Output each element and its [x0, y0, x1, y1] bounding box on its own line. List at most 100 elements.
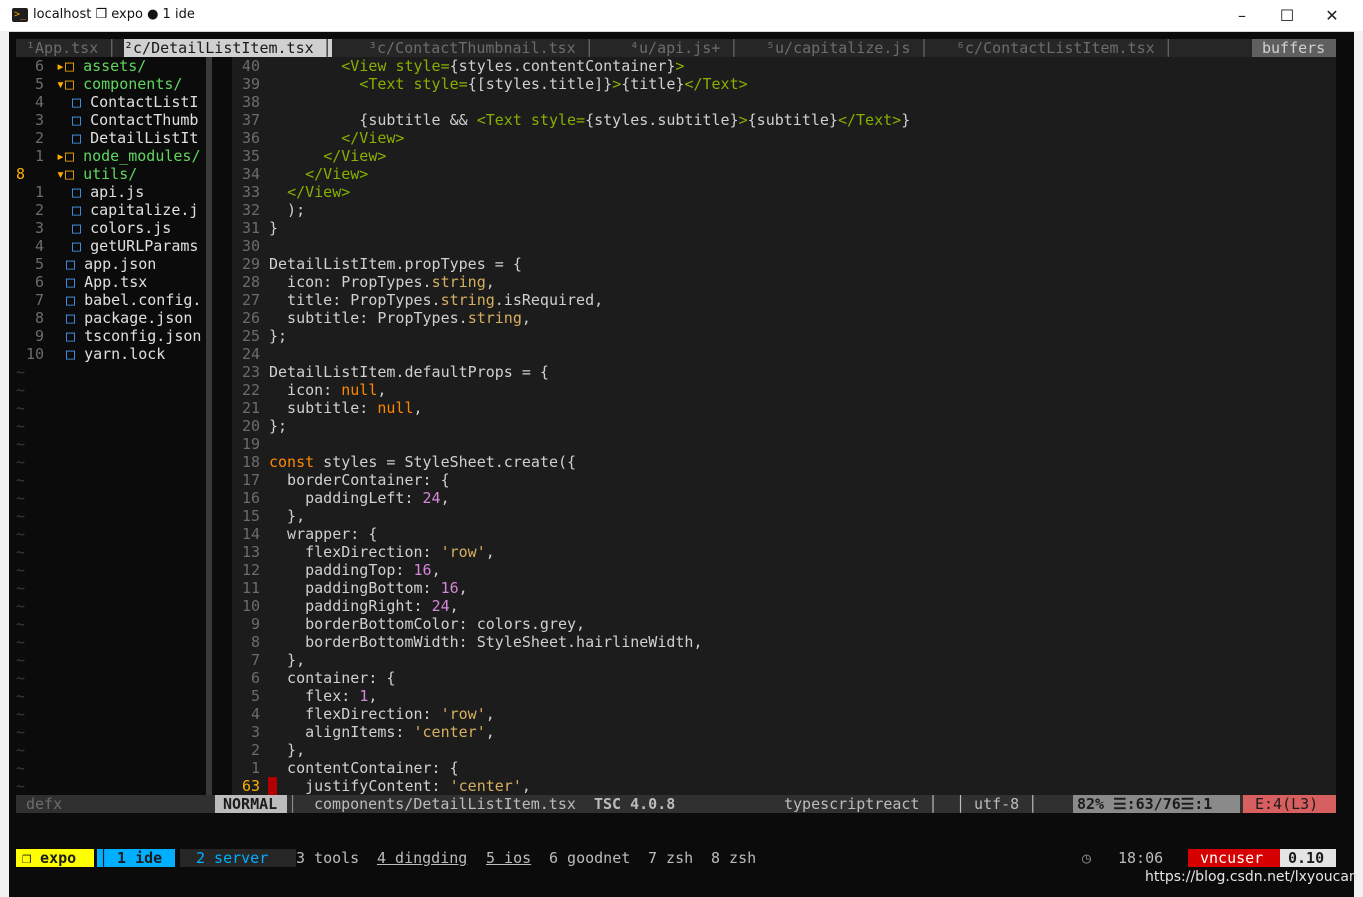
- line-number: 38: [241, 93, 260, 111]
- code-text: subtitle: PropTypes.string,: [269, 309, 531, 327]
- tab-capitalize-js[interactable]: ⁵u/capitalize.js │: [766, 39, 929, 57]
- tree-statusline-name: defx: [26, 795, 63, 813]
- tab-detail-list-item[interactable]: ²c/DetailListItem.tsx │: [124, 39, 332, 57]
- code-text: borderBottomWidth: StyleSheet.hairlineWi…: [269, 633, 702, 651]
- line-number: 14: [241, 525, 260, 543]
- empty-line-tilde: ~: [16, 381, 26, 399]
- tmux-window-2-server[interactable]: 2 server: [180, 849, 296, 867]
- tree-item-label: □ ContactListI: [72, 93, 198, 111]
- file-name: api.js: [90, 183, 145, 201]
- code-token: wrapper: {: [269, 525, 378, 543]
- tmux-window-4-dingding[interactable]: 4 dingding: [377, 849, 467, 867]
- file-name: getURLParams: [90, 237, 199, 255]
- file-name: ContactThumb: [90, 111, 199, 129]
- minimize-button[interactable]: –: [1219, 0, 1265, 31]
- blog-watermark: https://blog.csdn.net/lxyoucan: [1145, 869, 1358, 885]
- code-text: flexDirection: 'row',: [269, 705, 495, 723]
- code-token: </View>: [323, 147, 387, 165]
- statusline-separator: │: [288, 795, 298, 813]
- empty-line-tilde: ~: [16, 669, 26, 687]
- code-token: ,: [377, 381, 387, 399]
- maximize-button[interactable]: ☐: [1264, 0, 1310, 31]
- code-token: ,: [431, 561, 441, 579]
- code-text: {subtitle && <Text style={styles.subtitl…: [269, 111, 910, 129]
- code-text: contentContainer: {: [269, 759, 459, 777]
- line-number: 16: [241, 489, 260, 507]
- code-token: 16: [413, 561, 432, 579]
- tree-line-number: 6: [34, 57, 44, 75]
- tmux-window-8-zsh[interactable]: 8 zsh: [711, 849, 756, 867]
- tab-contact-thumbnail[interactable]: ³c/ContactThumbnail.tsx │: [368, 39, 594, 57]
- code-token: paddingRight:: [269, 597, 432, 615]
- window-title: localhost ❒ expo ● 1 ide: [33, 7, 195, 22]
- code-token: flex:: [269, 687, 360, 705]
- file-icon: □: [72, 129, 91, 147]
- tree-item-label: □ getURLParams: [72, 237, 198, 255]
- window-titlebar: >_ localhost ❒ expo ● 1 ide – ☐ ✕: [0, 0, 1363, 32]
- code-token: <Text: [476, 111, 531, 129]
- folder-open-arrow-icon: ▾: [56, 75, 66, 93]
- code-token: contentContainer: {: [269, 759, 459, 777]
- empty-line-tilde: ~: [16, 597, 26, 615]
- code-token: alignItems:: [269, 723, 414, 741]
- line-number: 17: [241, 471, 260, 489]
- code-text: paddingTop: 16,: [269, 561, 441, 579]
- line-number: 2: [250, 741, 260, 759]
- code-token: style=: [530, 111, 586, 129]
- code-text: alignItems: 'center',: [269, 723, 495, 741]
- code-text: );: [269, 201, 305, 219]
- line-number: 9: [250, 615, 260, 633]
- code-text: </View>: [269, 165, 368, 183]
- tmux-session-name: ❒ expo: [16, 849, 94, 867]
- empty-line-tilde: ~: [16, 759, 26, 777]
- tmux-window-3-tools[interactable]: 3 tools: [296, 849, 359, 867]
- file-name: yarn.lock: [84, 345, 166, 363]
- line-number: 8: [250, 633, 260, 651]
- line-number: 4: [250, 705, 260, 723]
- code-token: ,: [485, 723, 495, 741]
- tmux-window-7-zsh[interactable]: 7 zsh: [648, 849, 693, 867]
- empty-line-tilde: ~: [16, 417, 26, 435]
- folder-name: assets/: [83, 57, 147, 75]
- code-editor[interactable]: 40 <View style={styles.contentContainer}…: [232, 57, 1336, 795]
- line-number: 27: [241, 291, 260, 309]
- tree-item-label: □ api.js: [72, 183, 144, 201]
- tmux-window-1-ide[interactable]: │ 1 ide: [97, 849, 175, 867]
- code-token: borderBottomColor: colors.grey,: [269, 615, 586, 633]
- code-token: 16: [440, 579, 459, 597]
- code-text: borderBottomColor: colors.grey,: [269, 615, 585, 633]
- tab-contact-list-item[interactable]: ⁶c/ContactListItem.tsx │: [956, 39, 1173, 57]
- code-token: };: [269, 417, 288, 435]
- line-number: 28: [241, 273, 260, 291]
- empty-line-tilde: ~: [16, 705, 26, 723]
- sign-gutter: [212, 57, 232, 795]
- tsc-version: TSC 4.0.8: [594, 795, 676, 813]
- code-token: subtitle:: [269, 399, 378, 417]
- tab-api-js[interactable]: ⁴u/api.js+ │: [630, 39, 738, 57]
- tmux-window-5-ios[interactable]: 5 ios: [486, 849, 531, 867]
- folder-name: utils/: [83, 165, 138, 183]
- empty-line-tilde: ~: [16, 615, 26, 633]
- tab-app-tsx[interactable]: ¹App.tsx │: [26, 39, 116, 57]
- empty-line-tilde: ~: [16, 723, 26, 741]
- tmux-window-6-goodnet[interactable]: 6 goodnet: [549, 849, 630, 867]
- tree-line-number: 2: [34, 129, 44, 147]
- background-window-edge: [0, 31, 9, 897]
- folder-icon: □: [65, 165, 84, 183]
- code-token: title: PropTypes.: [269, 291, 441, 309]
- code-token: {title}: [621, 75, 685, 93]
- line-number: 34: [241, 165, 260, 183]
- code-token: ,: [458, 579, 468, 597]
- close-button[interactable]: ✕: [1309, 0, 1355, 31]
- line-number: 23: [241, 363, 260, 381]
- empty-line-tilde: ~: [16, 399, 26, 417]
- code-text: };: [269, 327, 287, 345]
- tmux-load-average: 0.10: [1280, 849, 1336, 867]
- lint-error-count: E:4(L3): [1243, 795, 1336, 813]
- empty-line-tilde: ~: [16, 741, 26, 759]
- empty-line-tilde: ~: [16, 453, 26, 471]
- code-token: 'row': [440, 543, 486, 561]
- line-number: 25: [241, 327, 260, 345]
